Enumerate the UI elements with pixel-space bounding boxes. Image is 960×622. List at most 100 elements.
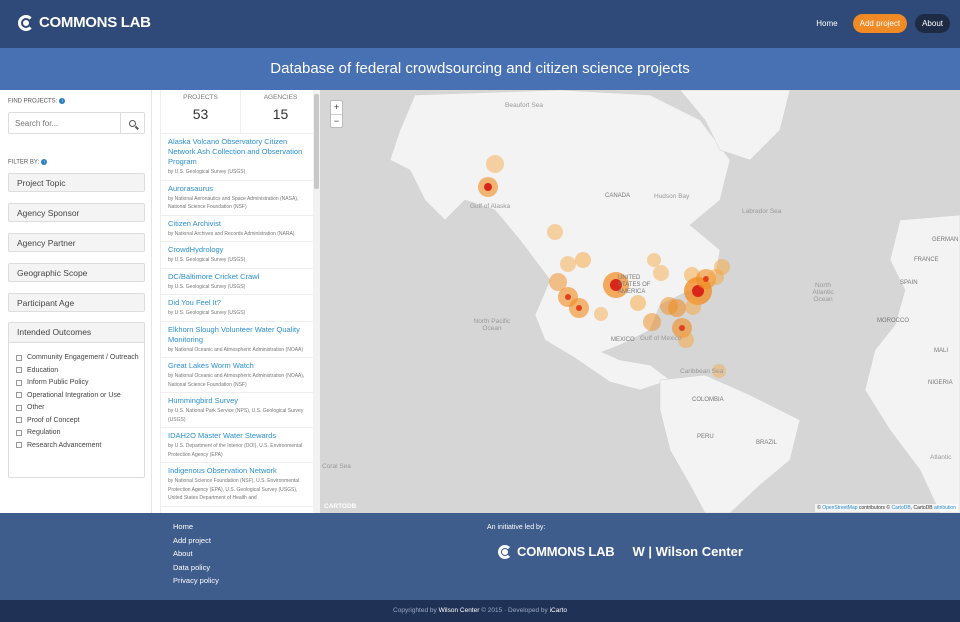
map-label: North Pacific Ocean <box>473 318 511 332</box>
cartodb-link[interactable]: CartoDB <box>892 505 911 511</box>
filter-participant-age[interactable]: Participant Age <box>8 293 145 312</box>
project-title-link[interactable]: Alaska Volcano Observatory Citizen Netwo… <box>168 137 309 167</box>
outcomes-list: Community Engagement / Outreach Educatio… <box>9 343 144 450</box>
project-title-link[interactable]: DC/Baltimore Cricket Crawl <box>168 272 309 282</box>
intended-outcomes-panel: Intended Outcomes Community Engagement /… <box>8 322 145 478</box>
footer-link-privacy-policy[interactable]: Privacy policy <box>173 577 219 585</box>
zoom-out-button[interactable]: − <box>331 114 342 127</box>
search-button[interactable] <box>120 113 144 133</box>
project-title-link[interactable]: Did You Feel It? <box>168 298 309 308</box>
footer-link-home[interactable]: Home <box>173 523 219 531</box>
outcome-option[interactable]: Other <box>16 403 144 413</box>
scrollbar-thumb[interactable] <box>314 94 319 189</box>
page-title: Database of federal crowdsourcing and ci… <box>270 60 690 77</box>
outcome-option[interactable]: Education <box>16 366 144 376</box>
osm-link[interactable]: OpenStreetMap <box>822 505 857 511</box>
map-label: Coral Sea <box>322 463 351 470</box>
project-title-link[interactable]: Elkhorn Slough Volunteer Water Quality M… <box>168 325 309 345</box>
map-label: Labrador Sea <box>742 208 782 215</box>
agencies-count-label: AGENCIES <box>263 94 298 101</box>
project-list-item[interactable]: Aurorasaurus by National Aeronautics and … <box>161 181 313 216</box>
commons-lab-logo-icon <box>18 14 34 31</box>
outcome-option[interactable]: Operational Integration or Use <box>16 391 144 401</box>
outcome-option[interactable]: Regulation <box>16 428 144 438</box>
project-list-item[interactable]: Citizen Archivist by National Archives an… <box>161 216 313 242</box>
checkbox[interactable] <box>16 429 22 436</box>
map-label: NIGERIA <box>928 380 953 386</box>
project-title-link[interactable]: IDAH2O Master Water Stewards <box>168 431 309 441</box>
wilson-center-link[interactable]: Wilson Center <box>439 607 480 614</box>
projects-map[interactable]: + − Beaufort Sea Gulf of Alaska CANADA H… <box>320 90 960 513</box>
project-list-item[interactable]: CrowdHydrology by U.S. Geological Survey … <box>161 242 313 269</box>
copyright-bar: Copyrighted by Wilson Center © 2015 · De… <box>0 600 960 622</box>
map-label: Gulf of Alaska <box>470 203 511 210</box>
outcome-option[interactable]: Research Advancement <box>16 441 144 451</box>
footer-link-data-policy[interactable]: Data policy <box>173 563 219 572</box>
projects-count: 53 <box>192 106 209 122</box>
footer-link-add-project[interactable]: Add project <box>173 536 219 545</box>
map-canvas <box>320 90 960 513</box>
project-title-link[interactable]: Indigenous Observation Network <box>168 466 309 476</box>
info-icon[interactable]: i <box>59 98 66 104</box>
info-icon[interactable]: i <box>41 159 48 165</box>
initiative-label: An initiative led by: <box>487 524 546 531</box>
project-agency: by U.S. Geological Survey (USGS) <box>168 310 246 316</box>
project-title-link[interactable]: Great Lakes Worm Watch <box>168 361 309 371</box>
find-projects-label: FIND PROJECTS: i <box>8 98 66 105</box>
commons-lab-logo[interactable]: COMMONS LAB <box>18 14 151 31</box>
attribution-link[interactable]: attribution <box>934 505 956 511</box>
zoom-in-button[interactable]: + <box>331 101 342 114</box>
project-list-item[interactable]: Alaska Volcano Observatory Citizen Netwo… <box>161 134 313 181</box>
project-list-item[interactable]: IDAH2O Master Water Stewards by U.S. Depa… <box>161 428 313 463</box>
filter-geographic-scope[interactable]: Geographic Scope <box>8 263 145 282</box>
checkbox[interactable] <box>16 379 22 386</box>
project-title-link[interactable]: Hummingbird Survey <box>168 396 309 406</box>
footer-link-about[interactable]: About <box>173 550 219 558</box>
nav-about-button[interactable]: About <box>915 14 950 33</box>
projects-scrollbar[interactable] <box>313 90 320 513</box>
search-input[interactable] <box>9 113 120 133</box>
checkbox[interactable] <box>16 354 22 361</box>
map-label: CANADA <box>605 193 631 199</box>
project-title-link[interactable]: Citizen Archivist <box>168 219 309 229</box>
outcome-option[interactable]: Proof of Concept <box>16 416 144 426</box>
nav-home-link[interactable]: Home <box>809 14 844 33</box>
project-list-item[interactable]: Indigenous Observation Network by Nationa… <box>161 463 313 507</box>
filter-agency-partner[interactable]: Agency Partner <box>8 233 145 252</box>
projects-panel: PROJECTS 53 AGENCIES 15 Alaska Volcano O… <box>160 90 320 513</box>
project-title-link[interactable]: Aurorasaurus <box>168 184 309 194</box>
checkbox[interactable] <box>16 404 22 411</box>
project-list-item[interactable]: Hummingbird Survey by U.S. National Park … <box>161 393 313 428</box>
project-list-item[interactable]: Great Lakes Worm Watch by National Oceani… <box>161 358 313 393</box>
page-title-banner: Database of federal crowdsourcing and ci… <box>0 48 960 90</box>
filter-project-topic[interactable]: Project Topic <box>8 173 145 192</box>
footer-links: Home Add project About Data policy Priva… <box>173 523 219 591</box>
filter-by-label: FILTER BY: i <box>8 159 48 166</box>
project-list-item[interactable]: Elkhorn Slough Volunteer Water Quality M… <box>161 322 313 358</box>
checkbox[interactable] <box>16 442 22 448</box>
map-label: MEXICO <box>611 337 635 343</box>
project-title-link[interactable]: CrowdHydrology <box>168 245 309 255</box>
project-list-item[interactable]: Did You Feel It? by U.S. Geological Surve… <box>161 295 313 322</box>
outcome-option[interactable]: Community Engagement / Outreach <box>16 353 144 363</box>
checkbox[interactable] <box>16 417 22 423</box>
agencies-count: 15 <box>272 106 289 122</box>
icarto-link[interactable]: iCarto <box>550 607 567 614</box>
map-label: FRANCE <box>914 257 939 263</box>
map-label: BRAZIL <box>756 440 778 446</box>
wilson-center-logo[interactable]: W | Wilson Center <box>632 544 742 559</box>
checkbox[interactable] <box>16 392 22 398</box>
project-agency: by National Aeronautics and Space Admini… <box>168 195 299 211</box>
nav-add-project-button[interactable]: Add project <box>852 14 908 33</box>
map-label: Atlantic <box>930 454 952 461</box>
project-list-item[interactable]: DC/Baltimore Cricket Crawl by U.S. Geolog… <box>161 269 313 295</box>
outcome-option[interactable]: Inform Public Policy <box>16 378 144 388</box>
filter-agency-sponsor[interactable]: Agency Sponsor <box>8 203 145 222</box>
projects-count-label: PROJECTS <box>183 94 218 101</box>
project-agency: by U.S. Geological Survey (USGS) <box>168 257 246 263</box>
cartodb-logo[interactable]: CARTODB <box>324 503 356 510</box>
checkbox[interactable] <box>16 367 22 373</box>
project-agency: by National Oceanic and Atmospheric Admi… <box>168 373 305 388</box>
commons-lab-footer-logo[interactable]: COMMONS LAB <box>498 544 615 559</box>
intended-outcomes-header[interactable]: Intended Outcomes <box>9 323 144 343</box>
